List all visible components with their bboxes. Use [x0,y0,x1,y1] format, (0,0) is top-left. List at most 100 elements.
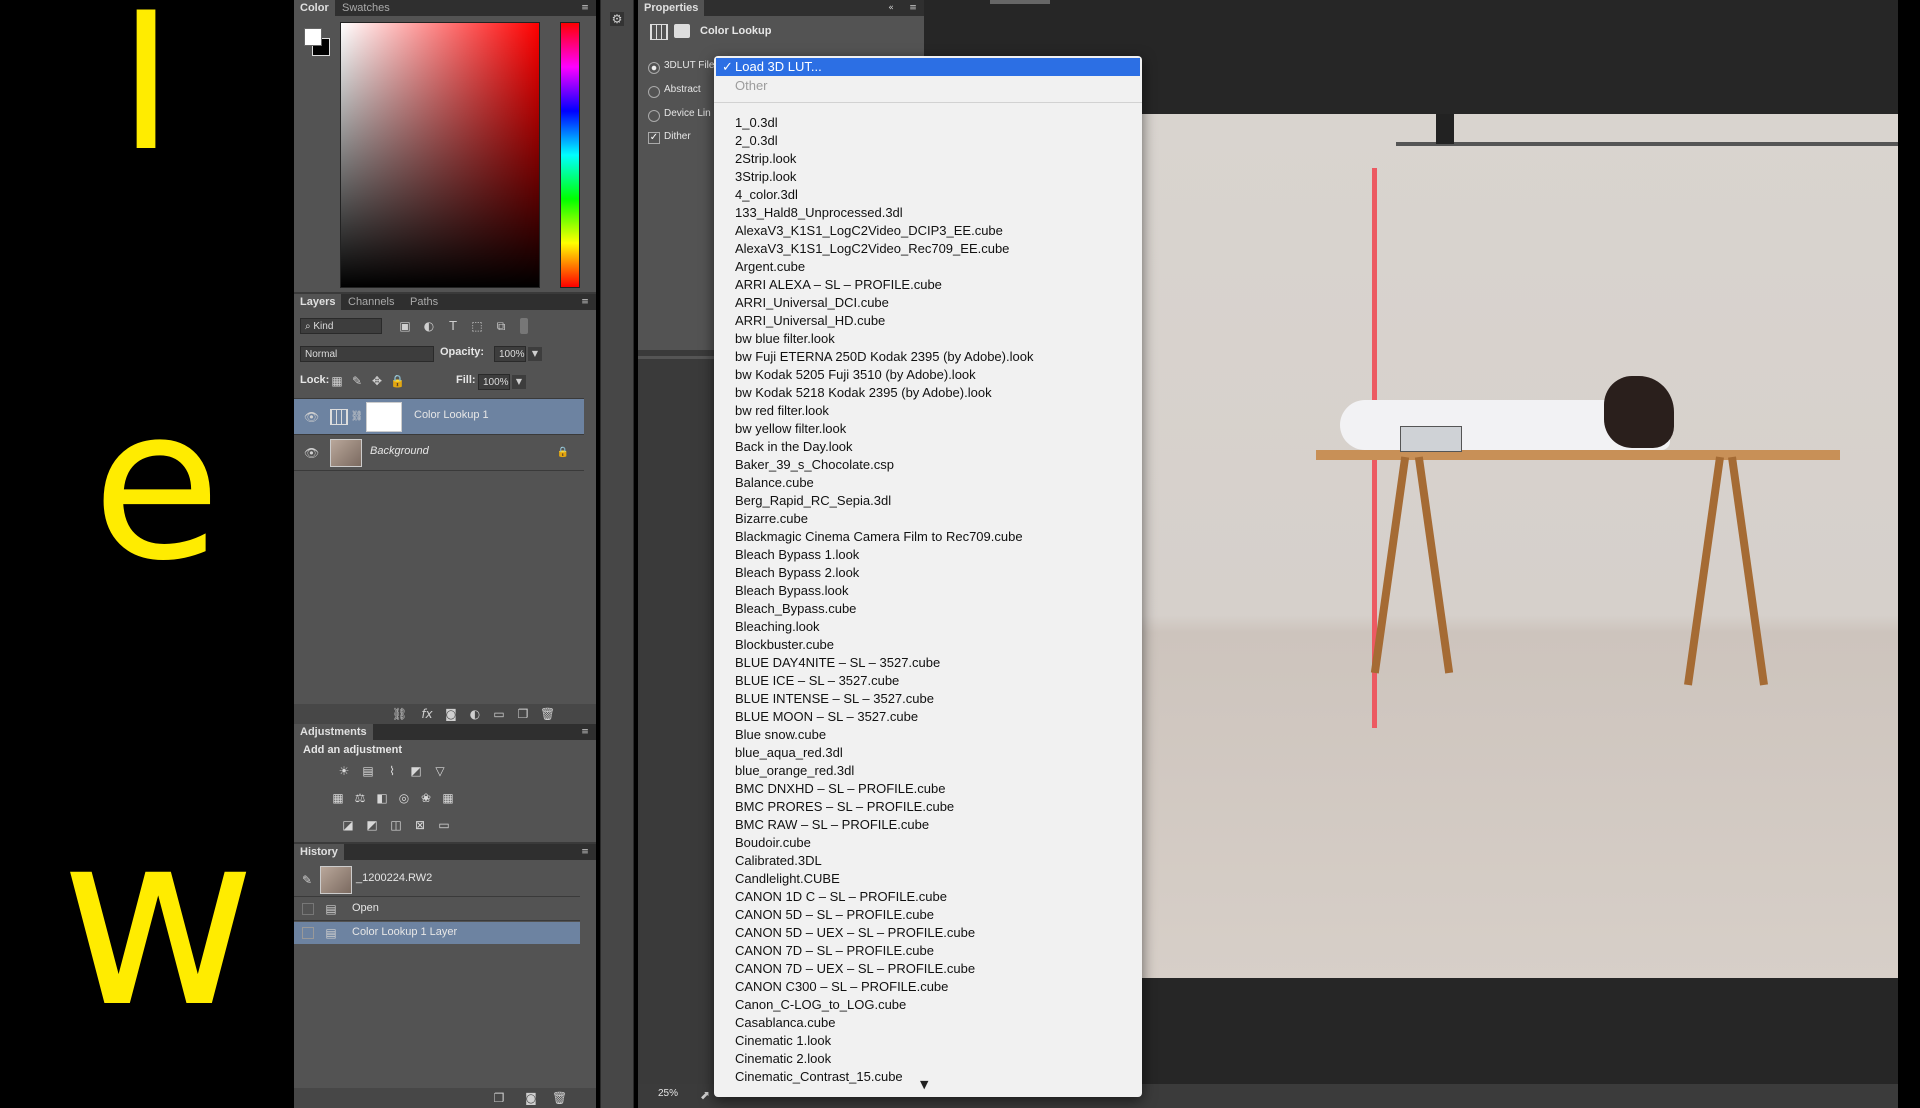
radio-abstract[interactable] [648,86,660,98]
filter-type-icon[interactable]: T [446,319,460,333]
channel-mixer-icon[interactable]: ❀ [418,791,434,805]
visibility-eye-icon[interactable]: 👁 [304,446,319,460]
lut-menu-item[interactable]: Boudoir.cube [735,834,811,852]
lut-menu-item[interactable]: CANON C300 – SL – PROFILE.cube [735,978,948,996]
lut-menu-item[interactable]: CANON 5D – UEX – SL – PROFILE.cube [735,924,975,942]
lut-menu-item[interactable]: 3Strip.look [735,168,796,186]
lut-menu-item[interactable]: 4_color.3dl [735,186,798,204]
filter-pixel-icon[interactable]: ▣ [398,319,412,333]
document-tab[interactable] [990,0,1050,4]
hue-slider[interactable] [560,22,580,288]
lut-menu-item[interactable]: bw Kodak 5205 Fuji 3510 (by Adobe).look [735,366,976,384]
posterize-icon[interactable]: ◩ [364,818,380,832]
lut-menu-item[interactable]: Bleach Bypass.look [735,582,848,600]
color-lookup-icon[interactable]: ▦ [440,791,456,805]
lut-menu-item[interactable]: 2Strip.look [735,150,796,168]
lut-menu-item[interactable]: bw Fuji ETERNA 250D Kodak 2395 (by Adobe… [735,348,1033,366]
lock-position-icon[interactable]: ✥ [370,374,384,388]
delete-state-icon[interactable]: 🗑 [552,1091,567,1105]
lut-menu-item[interactable]: Cinematic 1.look [735,1032,831,1050]
lut-menu-item[interactable]: bw red filter.look [735,402,829,420]
lut-menu-item[interactable]: blue_aqua_red.3dl [735,744,843,762]
lut-menu-item[interactable]: Argent.cube [735,258,805,276]
lut-menu-item[interactable]: Blockbuster.cube [735,636,834,654]
lut-menu-item[interactable]: BLUE INTENSE – SL – 3527.cube [735,690,934,708]
panel-menu-icon[interactable]: ≡ [578,295,592,309]
hue-saturation-icon[interactable]: ▦ [330,791,346,805]
levels-icon[interactable]: ▤ [360,764,376,778]
lut-menu-item[interactable]: CANON 7D – UEX – SL – PROFILE.cube [735,960,975,978]
lut-menu-item[interactable]: AlexaV3_K1S1_LogC2Video_DCIP3_EE.cube [735,222,1003,240]
filter-toggle[interactable] [520,318,528,334]
lut-menu-item[interactable]: bw yellow filter.look [735,420,846,438]
lock-image-icon[interactable]: ✎ [350,374,364,388]
panel-menu-icon[interactable]: ≡ [578,845,592,859]
lut-menu-item[interactable]: CANON 1D C – SL – PROFILE.cube [735,888,947,906]
status-export-icon[interactable]: ⬈ [698,1088,712,1102]
properties-dock-icon[interactable]: ⚙ [610,12,624,26]
lut-menu-item[interactable]: Cinematic 2.look [735,1050,831,1068]
tab-properties[interactable]: Properties [638,0,705,16]
filter-shape-icon[interactable]: ⬚ [470,319,484,333]
mask-link-icon[interactable]: ⛓ [350,410,364,424]
tab-layers[interactable]: Layers [294,294,342,310]
lut-menu-item[interactable]: blue_orange_red.3dl [735,762,854,780]
black-white-icon[interactable]: ◧ [374,791,390,805]
lut-menu-item[interactable]: bw blue filter.look [735,330,835,348]
lut-menu-item[interactable]: Bleach Bypass 2.look [735,564,859,582]
mask-icon[interactable] [674,24,690,38]
lut-menu-item[interactable]: BMC RAW – SL – PROFILE.cube [735,816,929,834]
lut-menu-item[interactable]: CANON 7D – SL – PROFILE.cube [735,942,934,960]
panel-menu-icon[interactable]: ≡ [578,1,592,15]
color-field[interactable] [340,22,540,288]
lut-menu-item[interactable]: AlexaV3_K1S1_LogC2Video_Rec709_EE.cube [735,240,1009,258]
option-device-link[interactable]: Device Lin [664,108,711,119]
threshold-icon[interactable]: ◫ [388,818,404,832]
option-3dlut-file[interactable]: 3DLUT File [664,60,714,71]
new-layer-icon[interactable]: ❐ [516,707,530,721]
visibility-eye-icon[interactable]: 👁 [304,410,319,424]
filter-adjustment-icon[interactable]: ◐ [422,319,436,333]
add-mask-icon[interactable]: ◙ [444,707,458,721]
opacity-dropdown-icon[interactable]: ▼ [528,347,542,361]
lut-menu-item[interactable]: 1_0.3dl [735,114,778,132]
color-balance-icon[interactable]: ⚖ [352,791,368,805]
link-layers-icon[interactable]: ⛓ [392,707,407,721]
layer-row-background[interactable]: 👁 Background 🔒 [294,435,584,471]
option-dither[interactable]: Dither [664,131,691,142]
tab-channels[interactable]: Channels [342,294,400,310]
lut-menu-item[interactable]: Baker_39_s_Chocolate.csp [735,456,894,474]
new-snapshot-icon[interactable]: ◙ [524,1091,538,1105]
lut-menu-item[interactable]: 133_Hald8_Unprocessed.3dl [735,204,903,222]
new-document-from-state-icon[interactable]: ❐ [492,1091,506,1105]
vibrance-icon[interactable]: ▽ [432,764,448,778]
lut-menu-item[interactable]: ARRI ALEXA – SL – PROFILE.cube [735,276,942,294]
lut-menu-item[interactable]: BLUE ICE – SL – 3527.cube [735,672,899,690]
fill-input[interactable]: 100% [478,374,510,390]
layer-row-color-lookup[interactable]: 👁 ⛓ Color Lookup 1 [294,399,584,435]
layer-thumbnail[interactable] [330,439,362,467]
history-snapshot-row[interactable]: ✎ _1200224.RW2 [294,864,580,897]
new-group-icon[interactable]: ▭ [492,707,506,721]
lut-menu-item[interactable]: Casablanca.cube [735,1014,835,1032]
lut-menu-item[interactable]: ARRI_Universal_HD.cube [735,312,885,330]
history-checkbox[interactable] [302,903,314,915]
lut-menu-item[interactable]: Balance.cube [735,474,814,492]
lut-menu-item[interactable]: Bleach Bypass 1.look [735,546,859,564]
exposure-icon[interactable]: ◩ [408,764,424,778]
lut-menu-item[interactable]: Blackmagic Cinema Camera Film to Rec709.… [735,528,1023,546]
tab-swatches[interactable]: Swatches [336,0,396,16]
tab-adjustments[interactable]: Adjustments [294,724,373,740]
option-abstract[interactable]: Abstract [664,84,701,95]
panel-menu-icon[interactable]: ≡ [578,725,592,739]
photo-filter-icon[interactable]: ◎ [396,791,412,805]
lut-menu-item[interactable]: 2_0.3dl [735,132,778,150]
delete-layer-icon[interactable]: 🗑 [540,707,555,721]
panel-menu-icon[interactable]: ≡ [906,1,920,15]
lut-menu-item[interactable]: BLUE MOON – SL – 3527.cube [735,708,918,726]
zoom-level[interactable]: 25% [658,1088,678,1099]
new-adjustment-layer-icon[interactable]: ◐ [468,707,482,721]
lut-menu-item[interactable]: Berg_Rapid_RC_Sepia.3dl [735,492,891,510]
lut-menu-item[interactable]: ARRI_Universal_DCI.cube [735,294,889,312]
tab-paths[interactable]: Paths [404,294,444,310]
